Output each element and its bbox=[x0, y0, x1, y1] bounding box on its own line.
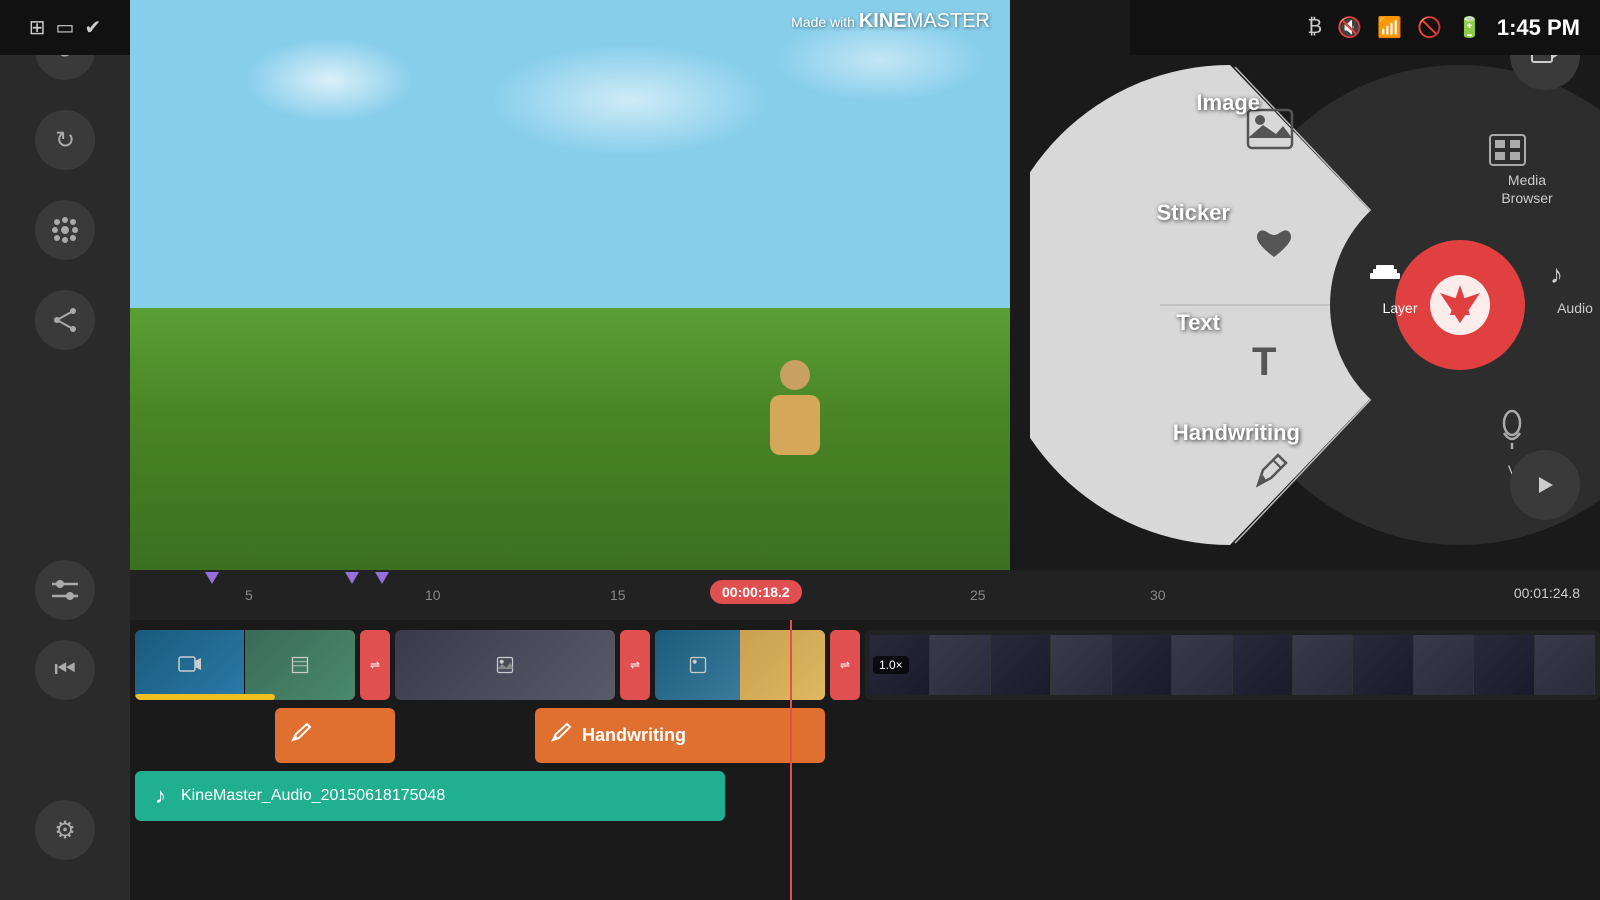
audio-label: KineMaster_Audio_20150618175048 bbox=[181, 787, 445, 805]
status-bar: ₿ 🔇 📶 🚫 🔋 1:45 PM bbox=[1130, 0, 1600, 55]
pen-icon-2 bbox=[550, 722, 572, 750]
ruler-mark-10: 10 bbox=[425, 587, 441, 603]
ruler-mark-5: 5 bbox=[245, 587, 253, 603]
video-clip-3[interactable] bbox=[655, 630, 825, 700]
video-clip-1[interactable] bbox=[135, 630, 355, 700]
image-menu-item[interactable]: Image bbox=[1196, 90, 1260, 116]
status-time: 1:45 PM bbox=[1497, 15, 1580, 41]
ruler-mark-15: 15 bbox=[610, 587, 626, 603]
handwriting-menu-item[interactable]: Handwriting bbox=[1173, 420, 1300, 446]
svg-text:Audio: Audio bbox=[1557, 300, 1593, 316]
battery-icon: 🔋 bbox=[1457, 15, 1482, 40]
video-track: ⇌ ⇌ bbox=[130, 630, 1600, 700]
time-ruler: 5 10 15 20 25 30 00:00:18.2 00:01:24.8 bbox=[130, 570, 1600, 620]
redo-button[interactable]: ↻ bbox=[35, 110, 95, 170]
effects-button[interactable] bbox=[35, 200, 95, 260]
play-button[interactable] bbox=[1510, 450, 1580, 520]
music-note-icon: ♪ bbox=[155, 783, 166, 809]
skip-back-button[interactable]: ⏮ bbox=[35, 640, 95, 700]
check-icon[interactable]: ✔ bbox=[84, 15, 101, 40]
top-icons-bar: ⊞ ▭ ✔ bbox=[0, 0, 130, 55]
sticker-menu-item[interactable]: Sticker bbox=[1157, 200, 1230, 226]
playhead-line bbox=[790, 620, 792, 900]
end-time: 00:01:24.8 bbox=[1514, 585, 1580, 601]
preview-area: Made with KINEMASTER bbox=[130, 0, 1010, 570]
marker-1 bbox=[205, 572, 219, 584]
preview-clouds bbox=[130, 0, 1010, 314]
bluetooth-icon: ₿ bbox=[1307, 16, 1322, 39]
share-button[interactable] bbox=[35, 290, 95, 350]
handwriting-track-row: Handwriting bbox=[130, 708, 1600, 763]
svg-text:♪: ♪ bbox=[1550, 259, 1563, 289]
marker-2 bbox=[345, 572, 359, 584]
film-strip bbox=[870, 635, 1595, 695]
marker-3 bbox=[375, 572, 389, 584]
audio-track-row: ♪ KineMaster_Audio_20150618175048 bbox=[130, 771, 1600, 821]
svg-text:T: T bbox=[1252, 340, 1276, 384]
tablet-icon[interactable]: ▭ bbox=[56, 15, 75, 40]
ruler-mark-25: 25 bbox=[970, 587, 986, 603]
transition-1[interactable]: ⇌ bbox=[360, 630, 390, 700]
settings-button[interactable]: ⚙ bbox=[35, 800, 95, 860]
tracks-container: ⇌ ⇌ bbox=[130, 620, 1600, 900]
timeline-area: 5 10 15 20 25 30 00:00:18.2 00:01:24.8 bbox=[130, 570, 1600, 900]
svg-text:Media: Media bbox=[1508, 172, 1546, 188]
blocked-icon: 🚫 bbox=[1417, 15, 1442, 40]
video-clip-2[interactable] bbox=[395, 630, 615, 700]
adjust-button[interactable] bbox=[35, 560, 95, 620]
progress-bar-1 bbox=[135, 694, 275, 700]
svg-text:Browser: Browser bbox=[1501, 190, 1553, 206]
audio-clip[interactable]: ♪ KineMaster_Audio_20150618175048 bbox=[135, 771, 725, 821]
text-menu-item[interactable]: Text bbox=[1176, 310, 1220, 336]
mute-icon: 🔇 bbox=[1337, 15, 1362, 40]
handwriting-label: Handwriting bbox=[582, 725, 686, 746]
transition-3[interactable]: ⇌ bbox=[830, 630, 860, 700]
ruler-mark-30: 30 bbox=[1150, 587, 1166, 603]
pen-icon-1 bbox=[290, 722, 312, 750]
speed-badge: 1.0× bbox=[873, 656, 909, 674]
grid-icon[interactable]: ⊞ bbox=[29, 15, 46, 40]
svg-text:Layer: Layer bbox=[1382, 300, 1417, 316]
transition-2[interactable]: ⇌ bbox=[620, 630, 650, 700]
wifi-icon: 📶 bbox=[1377, 15, 1402, 40]
playhead-time-badge: 00:00:18.2 bbox=[710, 580, 802, 604]
video-clip-long[interactable]: 1.0× bbox=[865, 630, 1600, 700]
handwriting-clip-1[interactable] bbox=[275, 708, 395, 763]
watermark: Made with KINEMASTER bbox=[791, 10, 990, 33]
handwriting-clip-2[interactable]: Handwriting bbox=[535, 708, 825, 763]
preview-background: Made with KINEMASTER bbox=[130, 0, 1010, 570]
left-sidebar: ↺ ↻ ⚙ bbox=[0, 0, 130, 900]
